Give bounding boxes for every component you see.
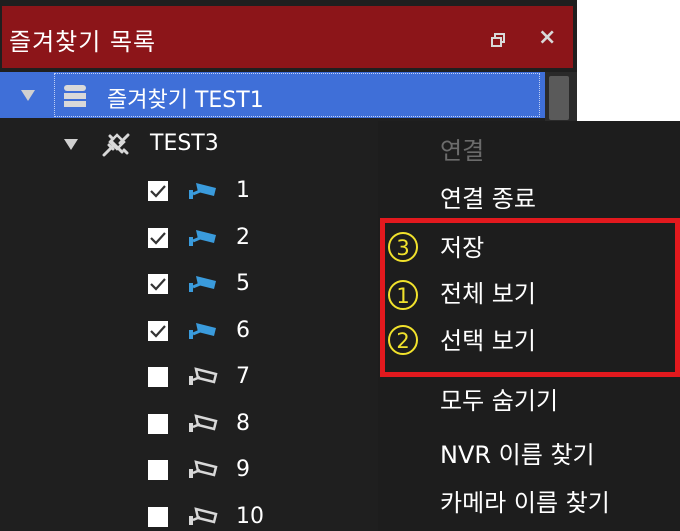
camera-active-icon <box>189 230 216 246</box>
camera-checkbox[interactable] <box>148 181 168 201</box>
expand-arrow-icon[interactable] <box>21 90 35 101</box>
camera-label: 8 <box>236 411 250 436</box>
menu-item-hide-all[interactable]: 모두 숨기기 <box>440 381 558 416</box>
menu-item-find-nvr-name[interactable]: NVR 이름 찾기 <box>440 435 595 470</box>
tree-root-label: 즐겨찾기 TEST1 <box>107 88 264 113</box>
camera-active-icon <box>189 183 216 199</box>
camera-checkbox[interactable] <box>148 414 168 434</box>
annotation-marker-3: 3 <box>388 232 418 262</box>
camera-inactive-icon <box>189 414 218 432</box>
tree-group-label: TEST3 <box>150 131 219 156</box>
close-icon[interactable]: × <box>538 26 556 50</box>
camera-checkbox[interactable] <box>148 274 168 294</box>
camera-active-icon <box>189 276 216 292</box>
camera-checkbox[interactable] <box>148 367 168 387</box>
menu-item-find-camera-name[interactable]: 카메라 이름 찾기 <box>440 483 610 518</box>
panel-titlebar: 즐겨찾기 목록 × <box>2 6 573 68</box>
camera-label: 9 <box>236 457 250 482</box>
annotation-highlight-box <box>380 218 680 377</box>
stack-icon <box>64 85 86 107</box>
camera-inactive-icon <box>189 507 218 525</box>
camera-label: 5 <box>236 271 250 296</box>
camera-label: 1 <box>236 178 250 203</box>
camera-checkbox[interactable] <box>148 321 168 341</box>
restore-window-icon[interactable] <box>491 33 505 47</box>
network-plug-icon <box>102 133 130 157</box>
camera-label: 6 <box>236 318 250 343</box>
camera-inactive-icon <box>189 460 218 478</box>
camera-label: 7 <box>236 364 250 389</box>
scrollbar-thumb[interactable] <box>549 76 569 120</box>
expand-arrow-icon[interactable] <box>64 139 78 150</box>
camera-checkbox[interactable] <box>148 507 168 527</box>
annotation-marker-2: 2 <box>388 325 418 355</box>
menu-item-connect[interactable]: 연결 <box>440 131 484 166</box>
camera-inactive-icon <box>189 367 218 385</box>
annotation-marker-1: 1 <box>388 280 418 310</box>
camera-active-icon <box>189 323 216 339</box>
menu-item-disconnect[interactable]: 연결 종료 <box>440 179 536 214</box>
camera-checkbox[interactable] <box>148 460 168 480</box>
camera-label: 10 <box>236 504 264 529</box>
camera-checkbox[interactable] <box>148 228 168 248</box>
panel-title: 즐겨찾기 목록 <box>9 28 157 56</box>
tree-root-row[interactable]: 즐겨찾기 TEST1 <box>0 72 577 118</box>
camera-label: 2 <box>236 225 250 250</box>
